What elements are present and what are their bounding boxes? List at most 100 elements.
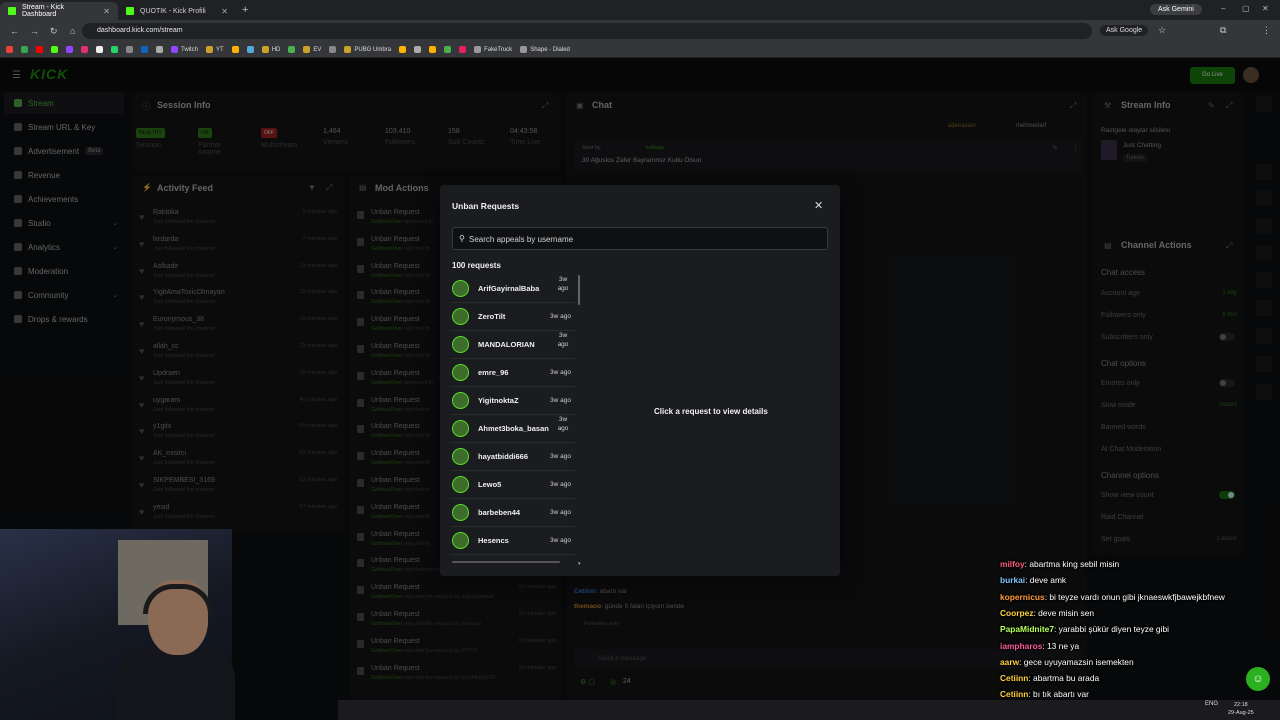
unban-request-item[interactable]: barbeben44 3w ago xyxy=(450,499,575,527)
bookmark-icon[interactable] xyxy=(414,46,422,53)
scroll-down-icon[interactable]: ▾ xyxy=(578,561,581,567)
reload-icon[interactable]: ↻ xyxy=(50,26,60,37)
instagram-icon[interactable] xyxy=(81,46,88,53)
bookmark-hd[interactable]: HD xyxy=(261,46,280,53)
bookmark-icon[interactable] xyxy=(444,46,452,53)
bookmark-faketruck[interactable]: FakeTruck xyxy=(474,46,512,53)
browser-tab-bar: Stream - Kick Dashboard ✕ QUOTIK - Kick P… xyxy=(0,0,1280,20)
support-chat-icon[interactable]: ☺ xyxy=(1246,667,1270,691)
chat-text: : gece uyuyamazsin isemekten xyxy=(1019,656,1134,667)
unban-request-item[interactable]: Hesencs 3w ago xyxy=(450,527,575,555)
chat-line: Cetiinn: bı tık abartı var xyxy=(1000,689,1089,699)
horizontal-scrollbar[interactable] xyxy=(452,561,560,563)
bookmark-icon[interactable] xyxy=(429,46,437,53)
bookmark-label: FakeTruck xyxy=(484,46,513,53)
chat-username: Coorpez xyxy=(1000,607,1034,618)
avatar xyxy=(452,308,469,325)
bookmark-icon[interactable] xyxy=(156,46,163,53)
unban-request-item[interactable]: ZeroTilt 3w ago xyxy=(450,303,575,331)
language-indicator[interactable]: ENG xyxy=(1205,701,1218,707)
bookmark-icon[interactable] xyxy=(399,46,407,53)
bookmark-icon[interactable] xyxy=(231,46,239,53)
forward-icon[interactable]: → xyxy=(30,26,40,36)
ask-gemini-button[interactable]: Ask Gemini xyxy=(1150,4,1202,15)
bookmark-icon[interactable] xyxy=(329,46,337,53)
extensions-icon[interactable]: ⧉ xyxy=(1220,25,1226,36)
webcam-streamer-body xyxy=(115,648,235,720)
tab-kick-dashboard[interactable]: Stream - Kick Dashboard ✕ xyxy=(0,2,118,20)
tab-quotik-profile[interactable]: QUOTIK - Kick Profili ✕ xyxy=(118,2,236,20)
request-username: Ahmet3boka_basan xyxy=(478,424,549,433)
avatar xyxy=(452,504,469,521)
maps-icon[interactable] xyxy=(21,46,28,53)
address-bar-row: ← → ↻ ⌂ dashboard.kick.com/stream xyxy=(0,20,1280,42)
chat-line: Cetiinn: abartma bu arada xyxy=(1000,673,1099,683)
minimize-icon[interactable]: – xyxy=(1221,4,1225,13)
bookmarks-bar: Twitch YT HD EV PUBG Umbra FakeTruck Sha… xyxy=(0,42,1280,58)
folder-icon xyxy=(206,46,214,53)
request-list: ArifGayirnalBaba 3w ago ZeroTilt 3w ago MAND… xyxy=(450,275,580,563)
search-input[interactable] xyxy=(469,230,819,248)
bookmark-ev[interactable]: EV xyxy=(303,46,321,53)
twitch-icon xyxy=(171,46,178,53)
gmail-icon[interactable] xyxy=(6,46,13,53)
close-tab-icon[interactable]: ✕ xyxy=(103,7,110,16)
back-icon[interactable]: ← xyxy=(10,26,20,36)
stream-chat-overlay: milfoy: abartma king sebil misin burkai : … xyxy=(1000,557,1280,720)
request-time: 3w ago xyxy=(557,276,569,292)
unban-request-item[interactable]: hayatbiddi666 3w ago xyxy=(450,443,575,471)
unban-request-item[interactable]: YigitnoktaZ 3w ago xyxy=(450,387,575,415)
unban-request-item[interactable]: ArifGayirnalBaba 3w ago xyxy=(450,275,575,303)
twitch-icon[interactable] xyxy=(66,46,73,53)
bookmark-star-icon[interactable]: ☆ xyxy=(1158,25,1166,36)
url-field[interactable]: dashboard.kick.com/stream xyxy=(82,23,1092,39)
tab-title: QUOTIK - Kick Profili xyxy=(140,7,206,15)
bookmark-icon[interactable] xyxy=(459,46,467,53)
request-time: 3w ago xyxy=(550,453,571,460)
unban-request-item[interactable]: emre_96 3w ago xyxy=(450,359,575,387)
chat-username: kopernicus xyxy=(1000,591,1045,602)
menu-dots-icon[interactable]: ⋮ xyxy=(1262,25,1271,36)
detail-placeholder: Click a request to view details xyxy=(654,407,768,416)
request-time: 3w ago xyxy=(557,332,569,348)
bookmark-icon[interactable] xyxy=(288,46,296,53)
bookmark-yt[interactable]: YT xyxy=(206,46,224,53)
unban-request-item[interactable]: MANDALORIAN 3w ago xyxy=(450,331,575,359)
taskbar xyxy=(338,700,1280,720)
unban-request-item[interactable]: Ahmet3boka_basan 3w ago xyxy=(450,415,575,443)
chat-line: aarw: gece uyuyamazsin isemekten xyxy=(1000,657,1134,667)
bookmark-icon[interactable] xyxy=(126,46,133,53)
whatsapp-icon[interactable] xyxy=(111,46,118,53)
bookmark-icon[interactable] xyxy=(246,46,254,53)
chat-text: : abartma bu arada xyxy=(1028,673,1100,684)
kick-icon[interactable] xyxy=(51,46,58,53)
list-scrollbar[interactable] xyxy=(578,275,580,305)
close-icon[interactable]: ✕ xyxy=(814,199,823,212)
avatar xyxy=(452,364,469,381)
ask-google-button[interactable]: Ask Google xyxy=(1100,25,1149,36)
chat-line: milfoy: abartma king sebil misin xyxy=(1000,559,1119,569)
close-tab-icon[interactable]: ✕ xyxy=(221,7,228,16)
avatar xyxy=(452,448,469,465)
linkedin-icon[interactable] xyxy=(141,46,148,53)
x-icon[interactable] xyxy=(96,46,103,53)
bookmark-twitch[interactable]: Twitch xyxy=(171,46,198,53)
modal-title: Unban Requests xyxy=(452,201,520,211)
bookmark-shape[interactable]: Shape - Dialed xyxy=(520,46,570,53)
request-username: emre_96 xyxy=(478,368,509,377)
bookmark-pubg[interactable]: PUBG Umbra xyxy=(344,46,391,53)
home-icon[interactable]: ⌂ xyxy=(70,26,80,36)
chat-username: burkai xyxy=(1000,575,1026,586)
request-username: YigitnoktaZ xyxy=(478,396,519,405)
chat-username: milfoy xyxy=(1000,559,1025,569)
request-time: 3w ago xyxy=(550,313,571,320)
maximize-icon[interactable]: ▢ xyxy=(1242,4,1250,13)
request-time: 3w ago xyxy=(550,537,571,544)
unban-request-item[interactable]: Lewo5 3w ago xyxy=(450,471,575,499)
new-tab-button[interactable]: + xyxy=(236,4,254,16)
youtube-icon[interactable] xyxy=(36,46,43,53)
clock[interactable]: 22:18 29-Aug-25 xyxy=(1228,701,1254,717)
close-window-icon[interactable]: ✕ xyxy=(1262,4,1269,13)
request-count: 100 requests xyxy=(452,261,501,270)
chat-line: iampharos: 13 ne ya xyxy=(1000,641,1079,651)
